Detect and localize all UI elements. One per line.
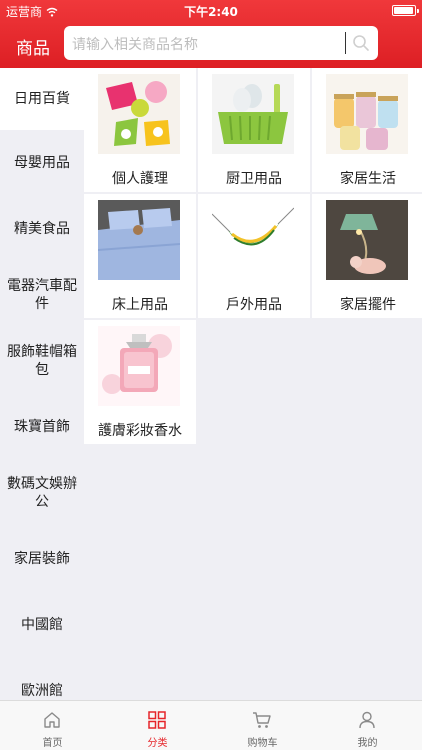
search-placeholder: 请输入相关商品名称 (72, 37, 198, 53)
search-input[interactable]: 请输入相关商品名称 (64, 26, 378, 60)
decor-lamp-image (326, 200, 408, 280)
sidebar-item-digital-office[interactable]: 數碼文娛辦公 (0, 460, 84, 526)
sidebar-item-label: 歐洲館 (21, 683, 63, 699)
bottom-tab-bar: 首页 分类 购物车 我的 (0, 700, 422, 750)
page-title: 商品 (16, 39, 50, 59)
sidebar-item-mother-baby[interactable]: 母嬰用品 (0, 130, 84, 196)
grid-item-label: 厨卫用品 (226, 171, 282, 187)
tab-profile[interactable]: 我的 (315, 701, 420, 750)
grid-item-label: 戶外用品 (226, 297, 282, 313)
sidebar-item-label: 珠寶首飾 (14, 419, 70, 435)
text-cursor (345, 32, 346, 54)
dish-rack-image (212, 74, 294, 154)
sidebar-item-label: 服飾鞋帽箱包 (7, 344, 77, 378)
grid-item-bedding[interactable]: 床上用品 (84, 194, 196, 318)
grid-item-label: 床上用品 (112, 297, 168, 313)
perfume-bottle-image (98, 326, 180, 406)
tab-label: 我的 (357, 738, 378, 749)
grid-item-personal-care[interactable]: 個人護理 (84, 68, 196, 192)
tab-home[interactable]: 首页 (0, 701, 105, 750)
grid-item-label: 護膚彩妝香水 (98, 423, 182, 439)
grid-item-label: 個人護理 (112, 171, 168, 187)
sidebar-item-label: 精美食品 (14, 221, 70, 237)
sidebar-item-home-decor[interactable]: 家居裝飾 (0, 526, 84, 592)
sidebar-item-jewelry[interactable]: 珠寶首飾 (0, 394, 84, 460)
battery-icon (392, 5, 419, 16)
category-icon (148, 711, 166, 729)
cart-icon (253, 712, 271, 728)
sidebar-item-daily-goods[interactable]: 日用百貨 (0, 68, 84, 130)
sidebar-item-europe-pavilion[interactable]: 歐洲館 (0, 658, 84, 700)
tab-label: 分类 (147, 738, 168, 749)
sidebar-item-label: 中國館 (21, 617, 63, 633)
sidebar-item-label: 日用百貨 (14, 91, 70, 107)
status-bar: 运营商 下午2:40 (0, 0, 422, 20)
personal-care-products-image (98, 74, 180, 154)
hammock-image (212, 200, 294, 280)
sidebar-item-label: 家居裝飾 (14, 551, 70, 567)
sidebar-item-china-pavilion[interactable]: 中國館 (0, 592, 84, 658)
home-icon (44, 712, 60, 728)
search-icon[interactable] (352, 34, 370, 52)
grid-item-label: 家居擺件 (340, 297, 396, 313)
category-sidebar: 日用百貨 母嬰用品 精美食品 電器汽車配件 服飾鞋帽箱包 珠寶首飾 數碼文娛辦公… (0, 68, 84, 700)
grid-item-home-living[interactable]: 家居生活 (312, 68, 422, 192)
status-time: 下午2:40 (184, 5, 238, 19)
tab-category[interactable]: 分类 (105, 701, 210, 750)
bedding-image (98, 200, 180, 280)
grid-item-label: 家居生活 (340, 171, 396, 187)
grid-item-skincare-cosmetics[interactable]: 護膚彩妝香水 (84, 320, 196, 444)
grid-item-kitchen-bath[interactable]: 厨卫用品 (198, 68, 310, 192)
tab-cart[interactable]: 购物车 (210, 701, 315, 750)
tab-label: 购物车 (247, 738, 278, 749)
profile-icon (359, 711, 375, 729)
battery-level (394, 7, 413, 14)
header: 运营商 下午2:40 商品 请输入相关商品名称 (0, 0, 422, 68)
sidebar-item-label: 電器汽車配件 (7, 278, 77, 312)
sidebar-item-label: 母嬰用品 (14, 155, 70, 171)
grid-item-outdoor[interactable]: 戶外用品 (198, 194, 310, 318)
tab-label: 首页 (42, 738, 63, 749)
sidebar-item-appliances-auto[interactable]: 電器汽車配件 (0, 262, 84, 328)
sidebar-item-label: 數碼文娛辦公 (7, 476, 77, 510)
mason-jars-image (326, 74, 408, 154)
grid-item-home-ornaments[interactable]: 家居擺件 (312, 194, 422, 318)
sidebar-item-apparel[interactable]: 服飾鞋帽箱包 (0, 328, 84, 394)
sidebar-item-food[interactable]: 精美食品 (0, 196, 84, 262)
